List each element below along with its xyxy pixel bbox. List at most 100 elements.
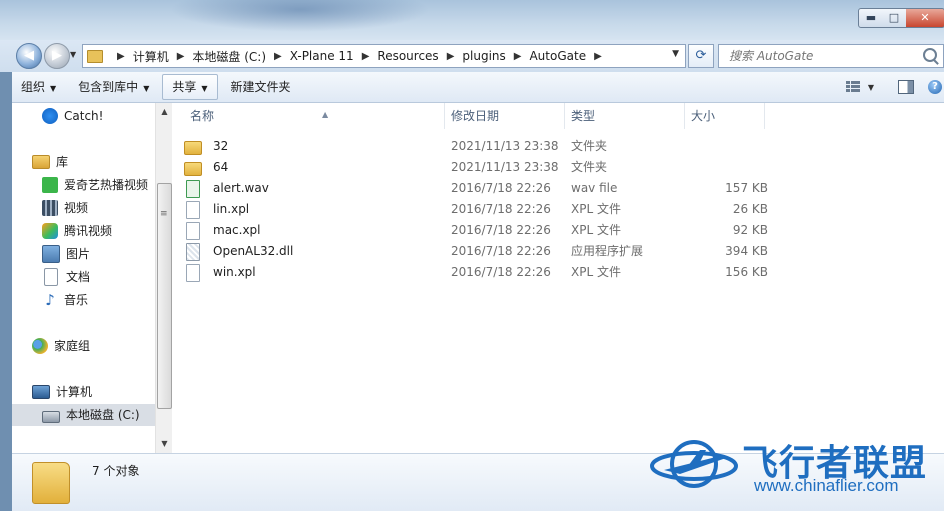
column-header-type[interactable]: 类型	[565, 103, 685, 129]
back-button[interactable]: ◀	[16, 43, 42, 69]
item-count: 7 个对象	[92, 464, 140, 478]
scroll-down-icon[interactable]: ▼	[158, 437, 171, 451]
address-row: ◀ ▶ ▼ ▶ 计算机 ▶ 本地磁盘 (C:) ▶ X-Plane 11 ▶ R…	[0, 40, 944, 72]
organize-button[interactable]: 组织 ▼	[12, 75, 65, 99]
nav-item-label: 爱奇艺热播视频	[64, 178, 149, 192]
breadcrumb-xplane[interactable]: X-Plane 11	[290, 49, 354, 63]
nav-item-label: 音乐	[64, 293, 89, 307]
address-dropdown-icon[interactable]: ▼	[672, 49, 679, 59]
nav-item-label: 家庭组	[54, 339, 91, 353]
file-row[interactable]: alert.wav 2016/7/18 22:26 wav file 157 K…	[184, 178, 944, 199]
file-size: 157 KB	[725, 181, 768, 195]
nav-item-video[interactable]: 视频	[42, 197, 88, 219]
breadcrumb-local-disk[interactable]: 本地磁盘 (C:)	[192, 48, 266, 65]
chevron-right-icon[interactable]: ▶	[177, 51, 185, 62]
include-in-library-button[interactable]: 包含到库中 ▼	[69, 75, 158, 99]
globe-plane-icon	[650, 440, 738, 488]
address-bar[interactable]: ▶ 计算机 ▶ 本地磁盘 (C:) ▶ X-Plane 11 ▶ Resourc…	[82, 44, 686, 68]
file-icon	[186, 200, 200, 219]
file-row[interactable]: 32 2021/11/13 23:38 文件夹	[184, 136, 944, 157]
file-size: 26 KB	[732, 202, 768, 216]
folder-icon	[32, 462, 70, 504]
navigation-scrollbar[interactable]: ▲ ≡ ▼	[155, 103, 173, 453]
file-row[interactable]: win.xpl 2016/7/18 22:26 XPL 文件 156 KB	[184, 262, 944, 283]
file-name: OpenAL32.dll	[213, 244, 294, 258]
nav-item-iqiyi[interactable]: 爱奇艺热播视频	[42, 174, 148, 196]
chevron-right-icon[interactable]: ▶	[514, 51, 522, 62]
column-header-modified[interactable]: 修改日期	[445, 103, 565, 129]
music-icon: ♪	[45, 291, 55, 309]
file-type: XPL 文件	[571, 202, 621, 216]
nav-item-label: 图片	[66, 247, 91, 261]
nav-item-label: 本地磁盘 (C:)	[66, 408, 140, 422]
breadcrumb-resources[interactable]: Resources	[377, 49, 438, 63]
nav-item-homegroup[interactable]: 家庭组	[32, 335, 90, 357]
homegroup-icon	[32, 338, 48, 354]
close-button[interactable]: ✕	[906, 8, 944, 28]
nav-item-library[interactable]: 库	[32, 151, 68, 173]
preview-pane-icon[interactable]	[898, 80, 914, 94]
library-icon	[32, 155, 50, 169]
organize-label: 组织	[21, 80, 46, 94]
view-dropdown-icon[interactable]: ▼	[868, 83, 874, 92]
file-name: lin.xpl	[213, 202, 250, 216]
catch-icon	[42, 108, 58, 124]
view-options-icon[interactable]	[845, 81, 860, 93]
nav-item-label: 计算机	[56, 385, 93, 399]
file-row[interactable]: OpenAL32.dll 2016/7/18 22:26 应用程序扩展 394 …	[184, 241, 944, 262]
file-size: 92 KB	[732, 223, 768, 237]
drive-icon	[42, 411, 60, 423]
file-row[interactable]: 64 2021/11/13 23:38 文件夹	[184, 157, 944, 178]
file-list: 名称 ▲ 修改日期 类型 大小 32 2021/11/13 23:38 文件夹 6…	[172, 103, 944, 453]
forward-button[interactable]: ▶	[44, 43, 70, 69]
breadcrumb-computer[interactable]: 计算机	[133, 48, 169, 65]
nav-item-computer[interactable]: 计算机	[32, 381, 92, 403]
scroll-up-icon[interactable]: ▲	[158, 105, 171, 119]
column-name-label: 名称	[190, 109, 215, 123]
command-bar: 组织 ▼ 包含到库中 ▼ 共享 ▼ 新建文件夹 ▼ ?	[12, 72, 944, 103]
nav-item-catch[interactable]: Catch!	[42, 105, 103, 127]
breadcrumb-autogate[interactable]: AutoGate	[529, 49, 586, 63]
chevron-right-icon[interactable]: ▶	[447, 51, 455, 62]
title-bar: ▬ □ ✕	[0, 0, 944, 40]
file-type: 应用程序扩展	[571, 244, 644, 258]
chevron-right-icon[interactable]: ▶	[594, 51, 602, 62]
file-row[interactable]: mac.xpl 2016/7/18 22:26 XPL 文件 92 KB	[184, 220, 944, 241]
navigation-pane: Catch! 库 爱奇艺热播视频 视频 腾讯视频 图片 文档 ♪ 音乐 家庭组 …	[12, 103, 155, 453]
nav-item-label: 库	[56, 155, 69, 169]
file-name: win.xpl	[213, 265, 256, 279]
search-box[interactable]	[718, 44, 944, 68]
column-header-name[interactable]: 名称 ▲	[184, 103, 445, 129]
help-icon[interactable]: ?	[928, 80, 942, 94]
file-icon	[186, 263, 200, 282]
nav-item-music[interactable]: ♪ 音乐	[42, 289, 88, 311]
search-icon[interactable]	[923, 48, 937, 62]
nav-item-tencent-video[interactable]: 腾讯视频	[42, 220, 112, 242]
minimize-button[interactable]: ▬	[858, 8, 884, 28]
chevron-right-icon[interactable]: ▶	[362, 51, 370, 62]
new-folder-button[interactable]: 新建文件夹	[222, 75, 300, 99]
chevron-right-icon[interactable]: ▶	[274, 51, 282, 62]
watermark-url: www.chinaflier.com	[754, 476, 899, 495]
video-icon	[42, 200, 58, 216]
nav-item-documents[interactable]: 文档	[42, 266, 90, 288]
share-label: 共享	[172, 80, 197, 94]
breadcrumb-plugins[interactable]: plugins	[462, 49, 505, 63]
file-row[interactable]: lin.xpl 2016/7/18 22:26 XPL 文件 26 KB	[184, 199, 944, 220]
folder-icon	[87, 49, 103, 63]
nav-item-local-disk[interactable]: 本地磁盘 (C:)	[12, 404, 155, 426]
file-modified: 2021/11/13 23:38	[451, 139, 559, 153]
search-input[interactable]	[727, 45, 921, 67]
chevron-right-icon[interactable]: ▶	[117, 51, 125, 62]
nav-item-label: Catch!	[64, 109, 104, 123]
file-type: 文件夹	[571, 139, 608, 153]
nav-item-pictures[interactable]: 图片	[42, 243, 90, 265]
dll-file-icon	[186, 242, 200, 261]
share-button[interactable]: 共享 ▼	[162, 74, 218, 100]
maximize-button[interactable]: □	[882, 8, 907, 28]
file-modified: 2016/7/18 22:26	[451, 265, 551, 279]
refresh-button[interactable]: ⟳	[688, 44, 714, 68]
column-header-size[interactable]: 大小	[685, 103, 765, 129]
pictures-icon	[42, 245, 60, 263]
recent-pages-dropdown[interactable]: ▼	[70, 50, 80, 62]
